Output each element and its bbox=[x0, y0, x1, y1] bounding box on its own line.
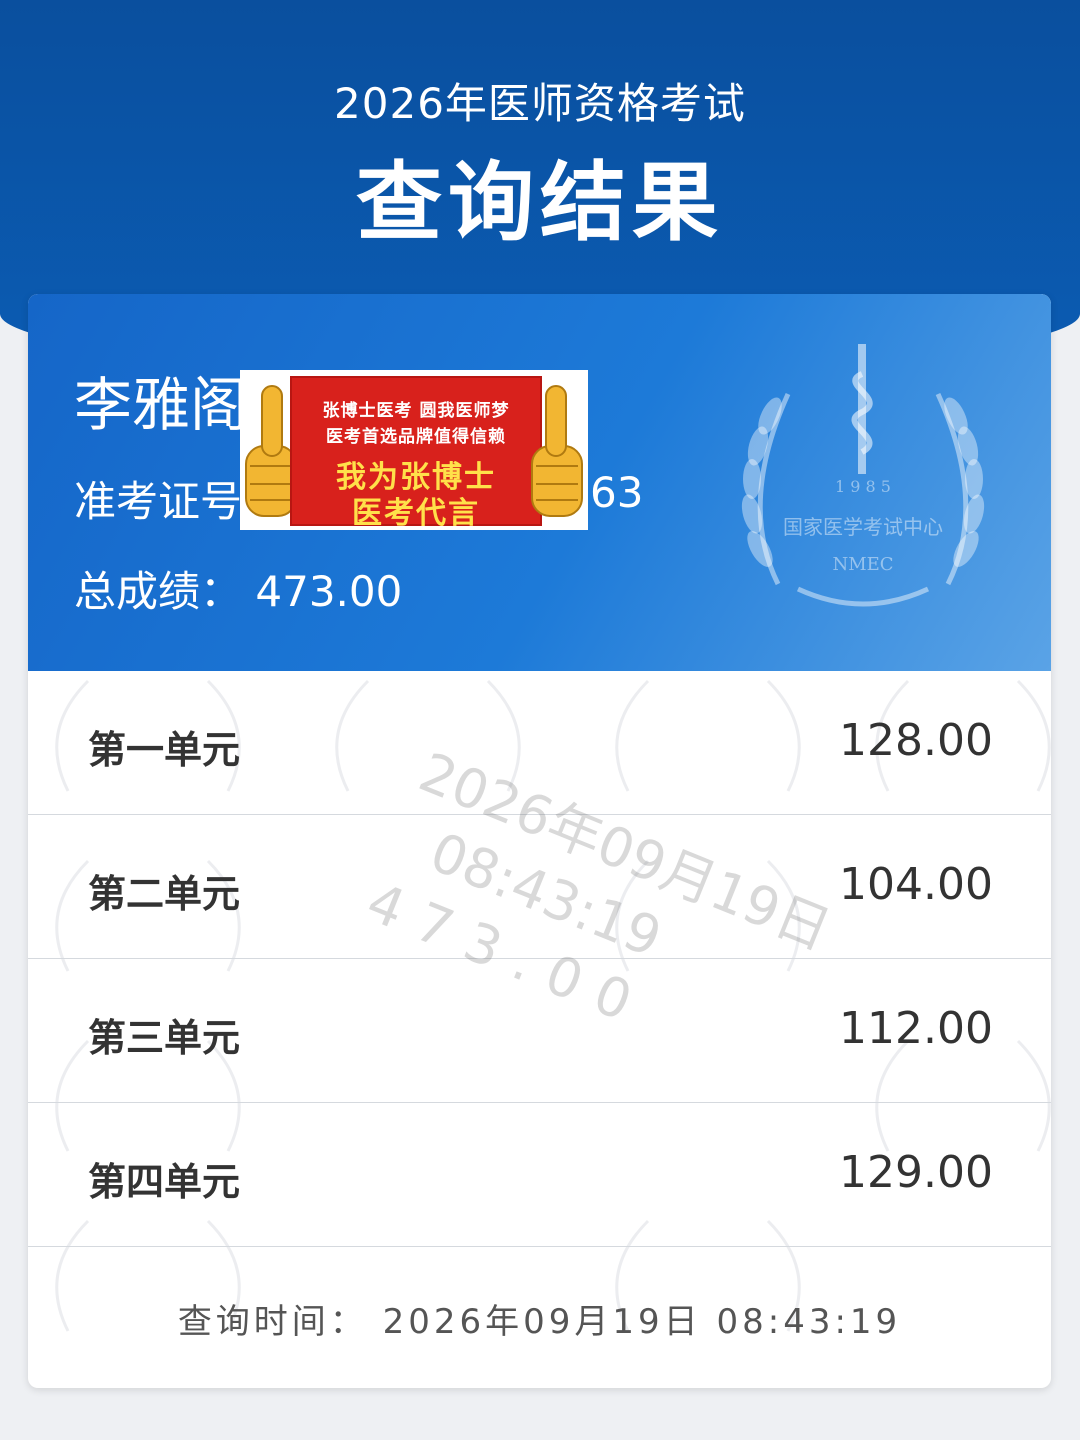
ad-line-2: 医考首选品牌值得信赖 bbox=[326, 427, 506, 447]
page-title: 查询结果 bbox=[356, 153, 724, 253]
exam-id-value: 63 bbox=[590, 468, 644, 517]
exam-id-label: 准考证号 bbox=[74, 477, 243, 526]
unit-label: 第一单元 bbox=[88, 728, 241, 772]
unit-score: 129.00 bbox=[839, 1147, 993, 1198]
emblem-org-abbr: NMEC bbox=[832, 554, 893, 575]
unit-label: 第四单元 bbox=[88, 1160, 241, 1204]
exam-title: 2026年医师资格考试 bbox=[334, 79, 746, 128]
unit-score-list: 第一单元 128.00 第二单元 104.00 第三单元 112.00 第四单元… bbox=[28, 671, 1051, 1247]
unit-label: 第二单元 bbox=[88, 872, 241, 916]
unit-score: 112.00 bbox=[839, 1003, 993, 1054]
unit-score: 128.00 bbox=[839, 715, 993, 766]
emblem-org-name: 国家医学考试中心 bbox=[783, 515, 943, 539]
ad-line-4: 医考代言 bbox=[352, 496, 480, 531]
unit-score: 104.00 bbox=[839, 859, 993, 910]
unit-label: 第三单元 bbox=[88, 1016, 241, 1060]
unit-row: 第一单元 128.00 bbox=[28, 671, 1051, 815]
emblem-year: 1 9 8 5 bbox=[835, 477, 891, 496]
caduceus-laurel-icon: 1 9 8 5 国家医学考试中心 NMEC bbox=[741, 344, 985, 607]
total-score-row: 总成绩： 473.00 bbox=[74, 558, 402, 619]
unit-row: 第三单元 112.00 bbox=[28, 959, 1051, 1103]
candidate-summary: 李雅阁 准考证号 63 总成绩： 473.00 1 9 8 5 国家医学考试中心… bbox=[28, 294, 1051, 671]
candidate-name: 李雅阁 bbox=[74, 371, 249, 439]
query-time: 查询时间： 2026年09月19日 08:43:19 bbox=[177, 1302, 902, 1342]
unit-row: 第四单元 129.00 bbox=[28, 1103, 1051, 1247]
result-card: 李雅阁 准考证号 63 总成绩： 473.00 1 9 8 5 国家医学考试中心… bbox=[28, 294, 1051, 1388]
ad-sticker: 张博士医考 圆我医师梦 医考首选品牌值得信赖 我为张博士 医考代言 bbox=[240, 370, 588, 531]
exam-id-row: 准考证号 63 bbox=[74, 468, 643, 529]
ad-line-1: 张博士医考 圆我医师梦 bbox=[322, 401, 510, 421]
total-score-value: 473.00 bbox=[255, 567, 403, 616]
total-score-label: 总成绩： bbox=[74, 567, 243, 616]
ad-banner: 张博士医考 圆我医师梦 医考首选品牌值得信赖 我为张博士 医考代言 bbox=[290, 376, 542, 531]
unit-row: 第二单元 104.00 bbox=[28, 815, 1051, 959]
thumbs-up-icon bbox=[531, 385, 583, 517]
